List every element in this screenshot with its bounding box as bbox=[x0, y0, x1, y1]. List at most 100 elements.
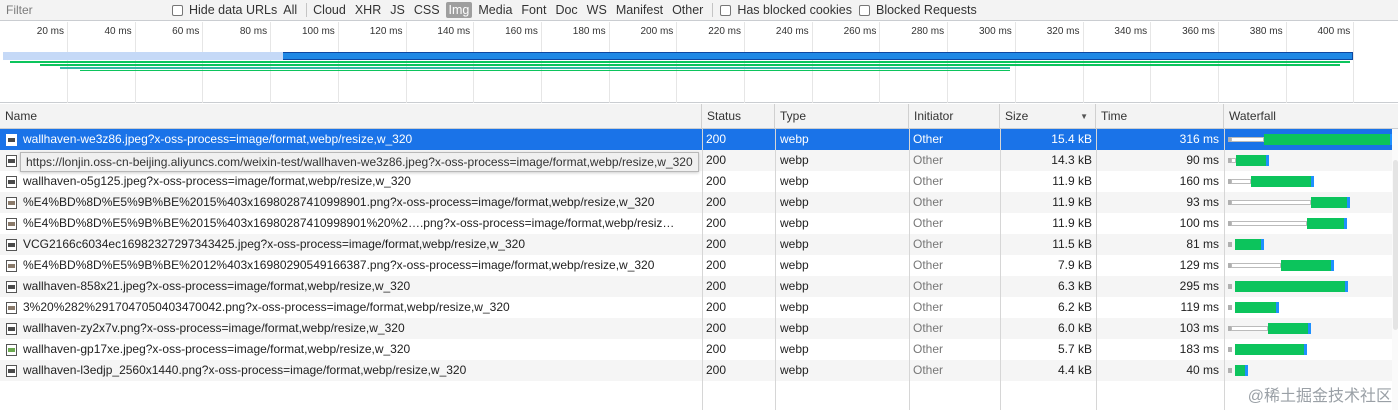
waterfall-download bbox=[1267, 323, 1311, 334]
request-initiator: Other bbox=[913, 321, 944, 335]
request-status: 200 bbox=[706, 321, 727, 335]
blocked-requests-label: Blocked Requests bbox=[875, 3, 977, 17]
waterfall-bar[interactable] bbox=[1228, 218, 1393, 229]
request-name: %E4%BD%8D%E5%9B%BE%2015%403x169802874109… bbox=[23, 195, 655, 209]
column-header-name[interactable]: Name bbox=[0, 104, 702, 129]
request-size: 14.3 kB bbox=[1051, 153, 1092, 167]
waterfall-bar[interactable] bbox=[1228, 281, 1393, 292]
table-row[interactable]: wallhaven-zy2x7v.png?x-oss-process=image… bbox=[0, 318, 1398, 339]
overview-request-bar bbox=[80, 70, 1010, 71]
file-doc-icon bbox=[6, 176, 17, 188]
request-name: wallhaven-l3edjp_2560x1440.png?x-oss-pro… bbox=[23, 363, 467, 377]
column-header-type[interactable]: Type bbox=[775, 104, 909, 129]
waterfall-bar[interactable] bbox=[1228, 239, 1393, 250]
waterfall-content-download bbox=[1307, 323, 1311, 334]
table-row[interactable]: wallhaven-l3edjp_2560x1440.png?x-oss-pro… bbox=[0, 360, 1398, 381]
overview-tick-label: 42 bbox=[1358, 26, 1398, 37]
waterfall-download bbox=[1280, 260, 1334, 271]
checkbox-icon[interactable] bbox=[720, 4, 732, 16]
waterfall-bar[interactable] bbox=[1228, 323, 1393, 334]
request-initiator: Other bbox=[913, 216, 944, 230]
overview-request-bar bbox=[3, 52, 283, 60]
table-row[interactable]: VCG2166c6034ec16982327297343425.jpeg?x-o… bbox=[0, 234, 1398, 255]
type-filter-font[interactable]: Font bbox=[518, 2, 549, 18]
waterfall-download bbox=[1264, 134, 1393, 145]
request-initiator: Other bbox=[913, 237, 944, 251]
checkbox-icon[interactable] bbox=[172, 4, 183, 16]
hide-data-urls-checkbox[interactable]: Hide data URLs bbox=[172, 3, 277, 17]
waterfall-download bbox=[1234, 344, 1308, 355]
type-filter-ws[interactable]: WS bbox=[584, 2, 610, 18]
type-filter-js[interactable]: JS bbox=[387, 2, 408, 18]
request-type: webp bbox=[780, 237, 809, 251]
waterfall-bar[interactable] bbox=[1228, 365, 1393, 376]
filter-input[interactable] bbox=[0, 0, 165, 20]
table-row[interactable]: wallhaven-858x21.jpeg?x-oss-process=imag… bbox=[0, 276, 1398, 297]
column-header-waterfall[interactable]: Waterfall bbox=[1224, 104, 1398, 129]
file-doc-icon bbox=[6, 155, 17, 167]
overview-tick-label: 280 ms bbox=[911, 26, 945, 37]
waterfall-queue bbox=[1228, 347, 1232, 352]
type-filter-other[interactable]: Other bbox=[669, 2, 706, 18]
waterfall-download bbox=[1234, 239, 1265, 250]
waterfall-bar[interactable] bbox=[1228, 134, 1393, 145]
blocked-requests-checkbox[interactable]: Blocked Requests bbox=[858, 3, 977, 17]
table-row[interactable]: %E4%BD%8D%E5%9B%BE%2012%403x169802905491… bbox=[0, 255, 1398, 276]
request-status: 200 bbox=[706, 174, 727, 188]
overview-tick-label: 260 ms bbox=[843, 26, 877, 37]
column-header-status[interactable]: Status bbox=[702, 104, 775, 129]
request-status: 200 bbox=[706, 132, 727, 146]
table-row[interactable]: %E4%BD%8D%E5%9B%BE%2015%403x169802874109… bbox=[0, 192, 1398, 213]
request-size: 6.2 kB bbox=[1057, 300, 1092, 314]
type-filter-media[interactable]: Media bbox=[475, 2, 515, 18]
table-row[interactable]: wallhaven-gp17xe.jpeg?x-oss-process=imag… bbox=[0, 339, 1398, 360]
request-status: 200 bbox=[706, 342, 727, 356]
waterfall-queue bbox=[1228, 368, 1232, 373]
overview-tick-label: 160 ms bbox=[505, 26, 538, 37]
type-filter-manifest[interactable]: Manifest bbox=[613, 2, 666, 18]
table-row[interactable]: 3%20%282%2917047050403470042.png?x-oss-p… bbox=[0, 297, 1398, 318]
waterfall-bar[interactable] bbox=[1228, 302, 1393, 313]
overview-tick-label: 40 ms bbox=[104, 26, 132, 37]
table-row[interactable]: wallhaven-we3z86.jpeg?x-oss-process=imag… bbox=[0, 129, 1398, 150]
type-filter-img[interactable]: Img bbox=[445, 2, 473, 18]
waterfall-content-download bbox=[1244, 365, 1248, 376]
type-filter-cloud[interactable]: Cloud bbox=[310, 2, 349, 18]
request-type: webp bbox=[780, 321, 809, 335]
filter-bar: Hide data URLs All Cloud XHR JS CSS Img … bbox=[0, 0, 1398, 21]
column-header-initiator[interactable]: Initiator bbox=[909, 104, 1000, 129]
column-header-size[interactable]: Size ▼ bbox=[1000, 104, 1096, 129]
request-type: webp bbox=[780, 195, 809, 209]
request-size: 6.0 kB bbox=[1057, 321, 1092, 335]
checkbox-icon[interactable] bbox=[858, 4, 870, 16]
table-row[interactable]: wallhaven-o5g125.jpeg?x-oss-process=imag… bbox=[0, 171, 1398, 192]
column-header-time[interactable]: Time bbox=[1096, 104, 1224, 129]
request-time: 90 ms bbox=[1186, 153, 1219, 167]
waterfall-bar[interactable] bbox=[1228, 344, 1393, 355]
waterfall-bar[interactable] bbox=[1228, 197, 1393, 208]
column-header-size-label: Size bbox=[1005, 109, 1029, 123]
waterfall-bar[interactable] bbox=[1228, 176, 1393, 187]
request-status: 200 bbox=[706, 195, 727, 209]
overview-request-bar bbox=[10, 61, 1350, 63]
waterfall-bar[interactable] bbox=[1228, 155, 1393, 166]
request-status: 200 bbox=[706, 279, 727, 293]
request-size: 11.5 kB bbox=[1052, 237, 1092, 251]
overview-timeline[interactable]: 20 ms 40 ms 60 ms 80 ms 100 ms 120 ms 140 ms 16… bbox=[0, 22, 1398, 103]
scrollbar-thumb[interactable] bbox=[1393, 160, 1398, 330]
type-filter-doc[interactable]: Doc bbox=[552, 2, 580, 18]
request-size: 6.3 kB bbox=[1057, 279, 1092, 293]
type-filter-all[interactable]: All bbox=[280, 2, 300, 18]
has-blocked-cookies-checkbox[interactable]: Has blocked cookies bbox=[720, 3, 852, 17]
waterfall-stall bbox=[1231, 263, 1281, 268]
table-row[interactable]: %E4%BD%8D%E5%9B%BE%2015%403x169802874109… bbox=[0, 213, 1398, 234]
hide-data-urls-label: Hide data URLs bbox=[189, 3, 278, 17]
type-filter-css[interactable]: CSS bbox=[411, 2, 443, 18]
request-name: %E4%BD%8D%E5%9B%BE%2012%403x169802905491… bbox=[23, 258, 655, 272]
request-time: 295 ms bbox=[1179, 279, 1219, 293]
request-name: 3%20%282%2917047050403470042.png?x-oss-p… bbox=[23, 300, 510, 314]
overview-tick-label: 240 ms bbox=[775, 26, 809, 37]
request-initiator: Other bbox=[913, 342, 944, 356]
waterfall-bar[interactable] bbox=[1228, 260, 1393, 271]
type-filter-xhr[interactable]: XHR bbox=[352, 2, 384, 18]
